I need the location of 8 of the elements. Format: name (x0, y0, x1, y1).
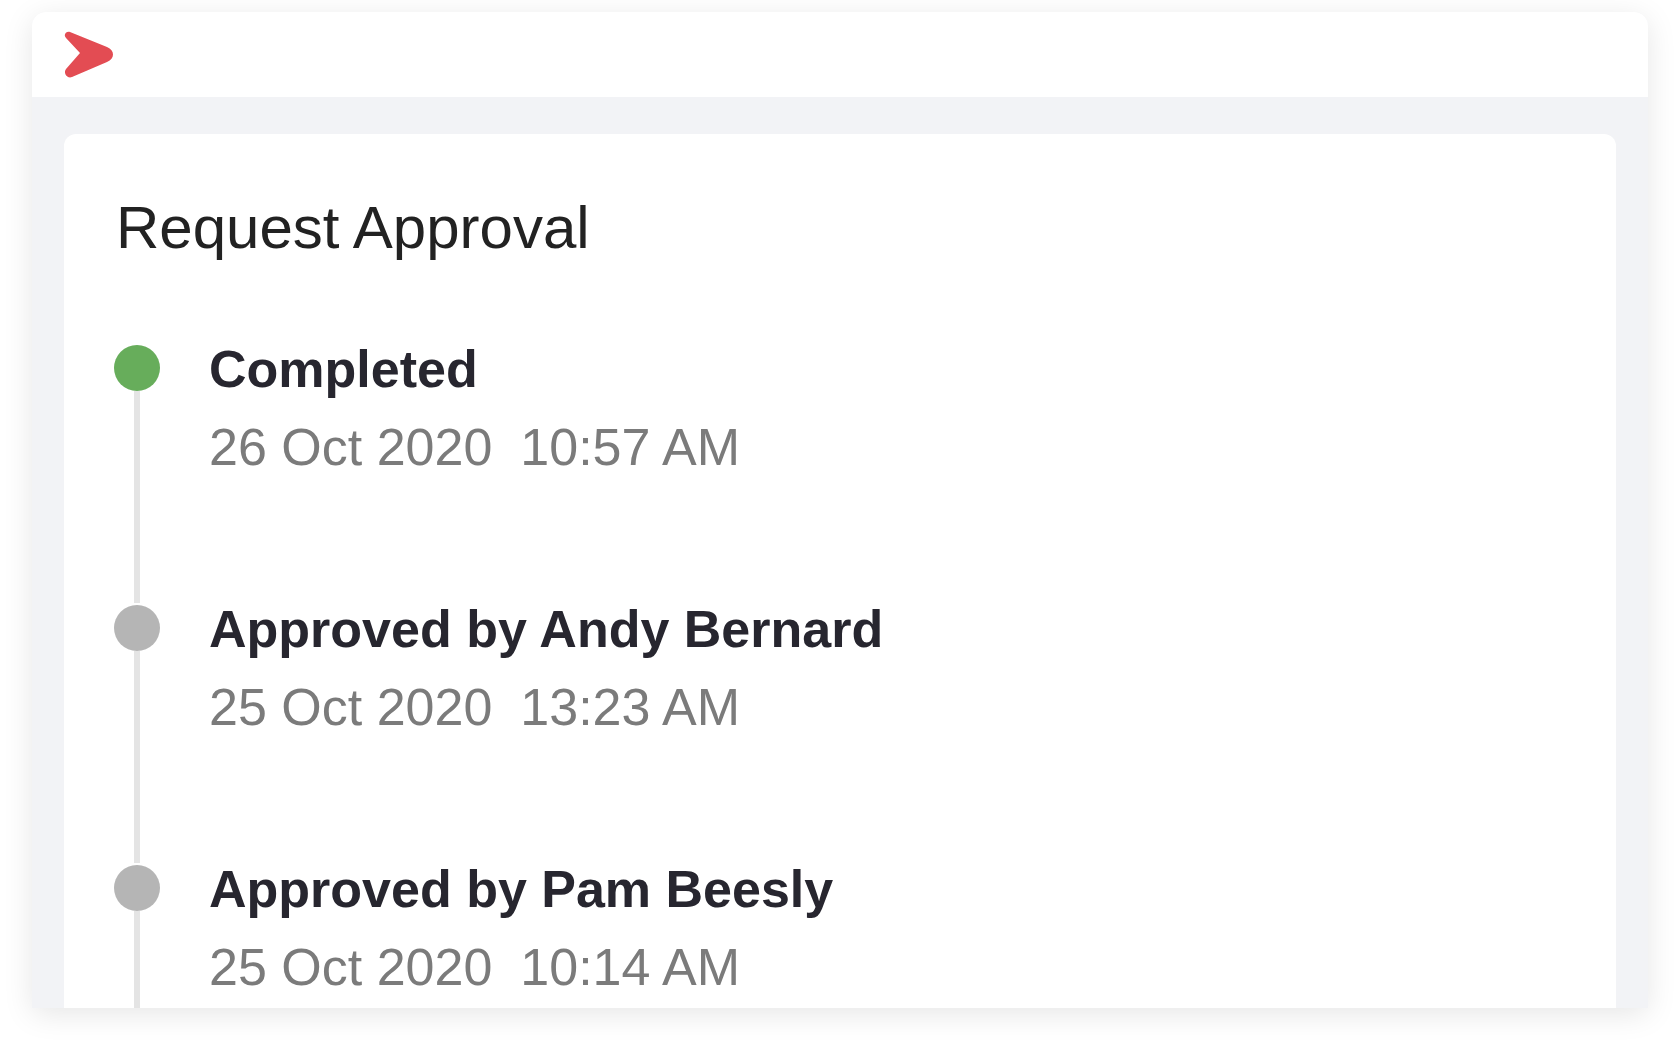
step-time: 10:14 AM (520, 941, 741, 993)
step-date: 25 Oct 2020 (209, 941, 493, 993)
card-title: Request Approval (116, 198, 591, 258)
logo-icon[interactable] (64, 30, 114, 79)
step-date: 25 Oct 2020 (209, 681, 493, 733)
step-time: 10:57 AM (520, 421, 741, 473)
step-date: 26 Oct 2020 (209, 421, 493, 473)
step-time: 13:23 AM (520, 681, 741, 733)
